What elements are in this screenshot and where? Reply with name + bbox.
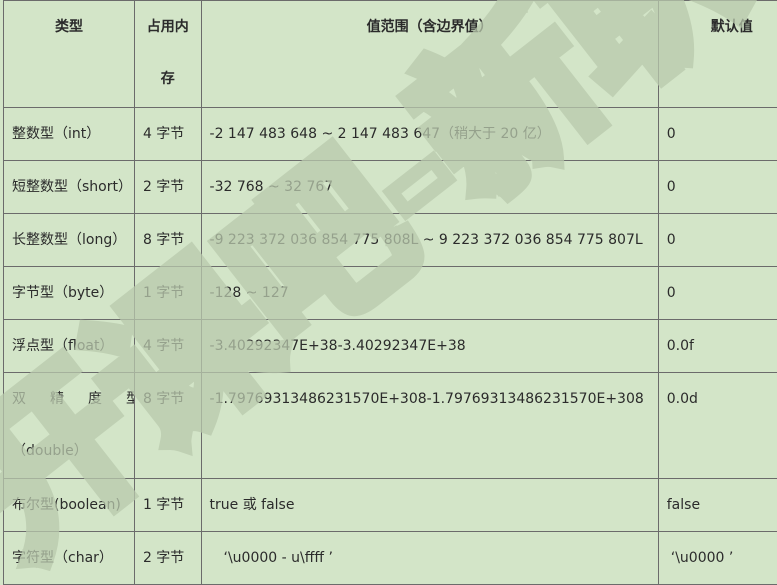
cell-default: 0.0d [658, 373, 777, 479]
cell-default: ‘\u0000 ’ [658, 532, 777, 585]
cell-range: -9 223 372 036 854 775 808L ~ 9 223 372 … [201, 214, 658, 267]
cell-size: 8 字节 [134, 373, 201, 479]
cell-size: 2 字节 [134, 161, 201, 214]
cell-size: 4 字节 [134, 320, 201, 373]
cell-type: 布尔型(boolean) [4, 479, 135, 532]
cell-range: -32 768 ~ 32 767 [201, 161, 658, 214]
cell-type-line2: （double） [12, 425, 126, 477]
cell-type-line1: 双精度型 [12, 373, 126, 425]
cell-default: 0 [658, 108, 777, 161]
cell-range: -3.40292347E+38-3.40292347E+38 [201, 320, 658, 373]
cell-size: 1 字节 [134, 479, 201, 532]
header-range: 值范围（含边界值） [201, 1, 658, 108]
cell-type: 整数型（int） [4, 108, 135, 161]
table-row: 长整数型（long） 8 字节 -9 223 372 036 854 775 8… [4, 214, 777, 267]
header-size: 占用内存 [134, 1, 201, 108]
cell-range: -2 147 483 648 ~ 2 147 483 647（稍大于 20 亿） [201, 108, 658, 161]
cell-default: 0 [658, 214, 777, 267]
cell-size: 4 字节 [134, 108, 201, 161]
table-row: 整数型（int） 4 字节 -2 147 483 648 ~ 2 147 483… [4, 108, 777, 161]
table-row: 字节型（byte） 1 字节 -128 ~ 127 0 [4, 267, 777, 320]
cell-range: -128 ~ 127 [201, 267, 658, 320]
cell-size: 1 字节 [134, 267, 201, 320]
cell-range: -1.79769313486231570E+308-1.797693134862… [201, 373, 658, 479]
cell-range: true 或 false [201, 479, 658, 532]
cell-type: 长整数型（long） [4, 214, 135, 267]
cell-type: 双精度型 （double） [4, 373, 135, 479]
table-row: 浮点型（float） 4 字节 -3.40292347E+38-3.402923… [4, 320, 777, 373]
cell-size: 8 字节 [134, 214, 201, 267]
cell-default: 0 [658, 161, 777, 214]
cell-type: 字符型（char） [4, 532, 135, 585]
table-row: 布尔型(boolean) 1 字节 true 或 false false [4, 479, 777, 532]
cell-type: 字节型（byte） [4, 267, 135, 320]
cell-type: 短整数型（short） [4, 161, 135, 214]
data-types-table: 类型 占用内存 值范围（含边界值） 默认值 整数型（int） 4 字节 -2 1… [3, 0, 777, 585]
cell-default: 0.0f [658, 320, 777, 373]
cell-type: 浮点型（float） [4, 320, 135, 373]
header-default: 默认值 [658, 1, 777, 108]
table-row: 字符型（char） 2 字节 ‘\u0000 - u\ffff ’ ‘\u000… [4, 532, 777, 585]
table-row: 双精度型 （double） 8 字节 -1.79769313486231570E… [4, 373, 777, 479]
table-header-row: 类型 占用内存 值范围（含边界值） 默认值 [4, 1, 777, 108]
table-row: 短整数型（short） 2 字节 -32 768 ~ 32 767 0 [4, 161, 777, 214]
header-type: 类型 [4, 1, 135, 108]
cell-default: 0 [658, 267, 777, 320]
cell-range: ‘\u0000 - u\ffff ’ [201, 532, 658, 585]
cell-default: false [658, 479, 777, 532]
cell-size: 2 字节 [134, 532, 201, 585]
